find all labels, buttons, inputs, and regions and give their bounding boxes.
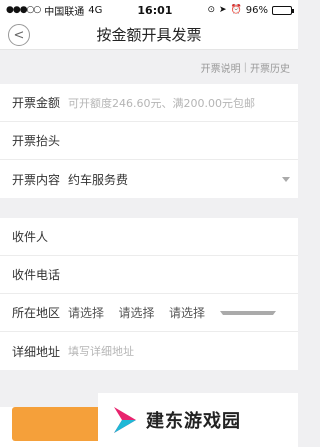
amount-label: 开票金额 [12,96,61,110]
watermark-text: 建东游戏园 [146,411,241,432]
alarm-icon: ⏰ [230,5,242,15]
region-label: 所在地区 [12,306,61,320]
phone-label: 收件电话 [12,268,61,282]
region-row: 所在地区 请选择 请选择 请选择 [0,294,298,332]
section-divider [0,198,298,218]
invoice-header-label: 开票抬头 [12,134,61,148]
lock-rotation-icon: ⊙ [207,5,215,15]
invoice-section: 开票金额 可开额度246.60元、满200.00元包邮 开票抬头 开票内容 约车… [0,84,298,198]
invoice-header-row[interactable]: 开票抬头 [0,122,298,160]
amount-input[interactable]: 可开额度246.60元、满200.00元包邮 [68,95,255,111]
city-select[interactable]: 请选择 [119,304,170,321]
address-input[interactable]: 填写详细地址 [68,343,134,359]
address-label: 详细地址 [12,344,61,359]
province-select[interactable]: 请选择 [68,304,119,321]
invoice-content-row[interactable]: 开票内容 约车服务费 [0,160,298,198]
link-separator: | [243,61,247,73]
watermark-logo-icon [114,407,136,433]
district-select[interactable]: 请选择 [169,304,220,321]
invoice-content-select[interactable]: 约车服务费 [68,171,128,188]
recipient-label: 收件人 [12,230,49,244]
invoice-links: 开票说明 | 开票历史 [0,50,298,84]
status-bar: ●●●○○ 中国联通 4G 16:01 ⊙ ➤ ⏰ 96% [0,0,298,20]
network-type: 4G [88,4,103,16]
clock: 16:01 [137,3,173,17]
chevron-down-icon [219,310,276,315]
page-title: 按金额开具发票 [96,26,202,44]
watermark: 建东游戏园 [98,393,298,447]
chevron-left-icon: < [13,27,25,43]
nav-bar: < 按金额开具发票 [0,20,298,50]
region-selects: 请选择 请选择 请选择 [68,304,286,321]
amount-row[interactable]: 开票金额 可开额度246.60元、满200.00元包邮 [0,84,298,122]
battery-icon [271,5,294,15]
invoice-help-link[interactable]: 开票说明 [201,60,241,75]
address-section: 收件人 收件电话 所在地区 请选择 请选择 请选择 详细地址 填写详细地址 [0,218,298,370]
invoice-history-link[interactable]: 开票历史 [250,60,290,75]
address-row[interactable]: 详细地址 填写详细地址 [0,332,298,370]
signal-icon: ●●●○○ [6,5,41,15]
recipient-row[interactable]: 收件人 [0,218,298,256]
chevron-down-icon [282,177,290,182]
location-icon: ➤ [218,5,227,15]
back-button[interactable]: < [8,24,30,46]
carrier-name: 中国联通 [44,6,85,18]
phone-row[interactable]: 收件电话 [0,256,298,294]
invoice-content-label: 开票内容 [12,172,61,187]
battery-percent: 96% [245,4,268,16]
